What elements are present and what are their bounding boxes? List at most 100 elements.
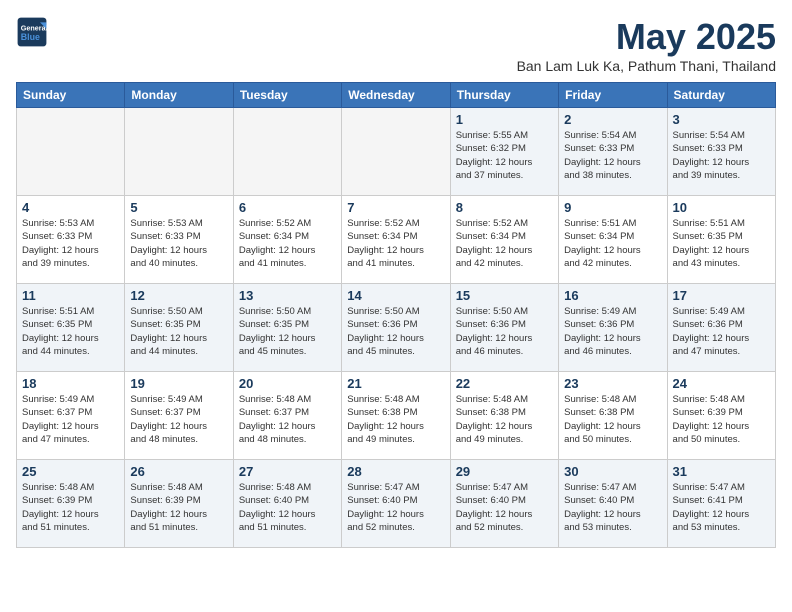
calendar-subtitle: Ban Lam Luk Ka, Pathum Thani, Thailand [517, 58, 776, 74]
day-number: 7 [347, 200, 444, 215]
day-cell: 8 Sunrise: 5:52 AM Sunset: 6:34 PM Daylig… [450, 196, 558, 284]
day-number: 9 [564, 200, 661, 215]
title-block: May 2025 Ban Lam Luk Ka, Pathum Thani, T… [517, 16, 776, 74]
day-cell: 17 Sunrise: 5:49 AM Sunset: 6:36 PM Dayli… [667, 284, 775, 372]
header-sunday: Sunday [17, 83, 125, 108]
day-info: Sunrise: 5:50 AM Sunset: 6:35 PM Dayligh… [130, 305, 227, 358]
page-header: General Blue May 2025 Ban Lam Luk Ka, Pa… [16, 16, 776, 74]
day-cell: 30Sunrise: 5:47 AM Sunset: 6:40 PM Dayli… [559, 460, 667, 548]
day-info: Sunrise: 5:52 AM Sunset: 6:34 PM Dayligh… [456, 217, 553, 270]
day-info: Sunrise: 5:48 AM Sunset: 6:38 PM Dayligh… [347, 393, 444, 446]
day-cell: 15 Sunrise: 5:50 AM Sunset: 6:36 PM Dayli… [450, 284, 558, 372]
day-number: 14 [347, 288, 444, 303]
week-row-2: 4 Sunrise: 5:53 AM Sunset: 6:33 PM Daylig… [17, 196, 776, 284]
day-number: 1 [456, 112, 553, 127]
day-number: 11 [22, 288, 119, 303]
day-number: 27 [239, 464, 336, 479]
day-cell: 31 Sunrise: 5:47 AM Sunset: 6:41 PM Dayli… [667, 460, 775, 548]
day-number: 31 [673, 464, 770, 479]
day-cell: 13Sunrise: 5:50 AM Sunset: 6:35 PM Dayli… [233, 284, 341, 372]
day-info: Sunrise: 5:54 AM Sunset: 6:33 PM Dayligh… [564, 129, 661, 182]
day-number: 10 [673, 200, 770, 215]
day-cell: 6 Sunrise: 5:52 AM Sunset: 6:34 PM Daylig… [233, 196, 341, 284]
day-cell: 14 Sunrise: 5:50 AM Sunset: 6:36 PM Dayli… [342, 284, 450, 372]
week-row-3: 11 Sunrise: 5:51 AM Sunset: 6:35 PM Dayli… [17, 284, 776, 372]
week-row-1: 1 Sunrise: 5:55 AM Sunset: 6:32 PM Daylig… [17, 108, 776, 196]
day-info: Sunrise: 5:51 AM Sunset: 6:35 PM Dayligh… [22, 305, 119, 358]
day-number: 16 [564, 288, 661, 303]
day-cell: 20 Sunrise: 5:48 AM Sunset: 6:37 PM Dayli… [233, 372, 341, 460]
day-cell: 21 Sunrise: 5:48 AM Sunset: 6:38 PM Dayli… [342, 372, 450, 460]
calendar-table: SundayMondayTuesdayWednesdayThursdayFrid… [16, 82, 776, 548]
day-cell [125, 108, 233, 196]
day-info: Sunrise: 5:48 AM Sunset: 6:39 PM Dayligh… [22, 481, 119, 534]
day-info: Sunrise: 5:48 AM Sunset: 6:37 PM Dayligh… [239, 393, 336, 446]
week-row-4: 18 Sunrise: 5:49 AM Sunset: 6:37 PM Dayli… [17, 372, 776, 460]
day-info: Sunrise: 5:47 AM Sunset: 6:41 PM Dayligh… [673, 481, 770, 534]
day-number: 17 [673, 288, 770, 303]
header-monday: Monday [125, 83, 233, 108]
day-number: 30 [564, 464, 661, 479]
day-info: Sunrise: 5:54 AM Sunset: 6:33 PM Dayligh… [673, 129, 770, 182]
day-info: Sunrise: 5:48 AM Sunset: 6:38 PM Dayligh… [564, 393, 661, 446]
day-cell: 24Sunrise: 5:48 AM Sunset: 6:39 PM Dayli… [667, 372, 775, 460]
day-cell: 1 Sunrise: 5:55 AM Sunset: 6:32 PM Daylig… [450, 108, 558, 196]
day-number: 28 [347, 464, 444, 479]
day-info: Sunrise: 5:48 AM Sunset: 6:39 PM Dayligh… [673, 393, 770, 446]
day-info: Sunrise: 5:53 AM Sunset: 6:33 PM Dayligh… [22, 217, 119, 270]
week-row-5: 25 Sunrise: 5:48 AM Sunset: 6:39 PM Dayli… [17, 460, 776, 548]
day-info: Sunrise: 5:49 AM Sunset: 6:37 PM Dayligh… [130, 393, 227, 446]
day-number: 3 [673, 112, 770, 127]
day-cell: 18 Sunrise: 5:49 AM Sunset: 6:37 PM Dayli… [17, 372, 125, 460]
day-cell [233, 108, 341, 196]
svg-text:Blue: Blue [21, 32, 40, 42]
day-cell: 22 Sunrise: 5:48 AM Sunset: 6:38 PM Dayli… [450, 372, 558, 460]
day-info: Sunrise: 5:48 AM Sunset: 6:38 PM Dayligh… [456, 393, 553, 446]
day-info: Sunrise: 5:53 AM Sunset: 6:33 PM Dayligh… [130, 217, 227, 270]
header-thursday: Thursday [450, 83, 558, 108]
day-number: 25 [22, 464, 119, 479]
day-info: Sunrise: 5:49 AM Sunset: 6:37 PM Dayligh… [22, 393, 119, 446]
day-number: 15 [456, 288, 553, 303]
day-cell: 10Sunrise: 5:51 AM Sunset: 6:35 PM Dayli… [667, 196, 775, 284]
day-cell: 12Sunrise: 5:50 AM Sunset: 6:35 PM Dayli… [125, 284, 233, 372]
header-row: SundayMondayTuesdayWednesdayThursdayFrid… [17, 83, 776, 108]
day-cell [17, 108, 125, 196]
day-number: 8 [456, 200, 553, 215]
day-info: Sunrise: 5:52 AM Sunset: 6:34 PM Dayligh… [347, 217, 444, 270]
day-cell: 26Sunrise: 5:48 AM Sunset: 6:39 PM Dayli… [125, 460, 233, 548]
header-friday: Friday [559, 83, 667, 108]
day-cell [342, 108, 450, 196]
day-cell: 23 Sunrise: 5:48 AM Sunset: 6:38 PM Dayli… [559, 372, 667, 460]
day-cell: 29Sunrise: 5:47 AM Sunset: 6:40 PM Dayli… [450, 460, 558, 548]
day-info: Sunrise: 5:49 AM Sunset: 6:36 PM Dayligh… [564, 305, 661, 358]
day-cell: 5Sunrise: 5:53 AM Sunset: 6:33 PM Daylig… [125, 196, 233, 284]
day-cell: 11 Sunrise: 5:51 AM Sunset: 6:35 PM Dayli… [17, 284, 125, 372]
day-number: 21 [347, 376, 444, 391]
day-number: 19 [130, 376, 227, 391]
day-cell: 16 Sunrise: 5:49 AM Sunset: 6:36 PM Dayli… [559, 284, 667, 372]
header-saturday: Saturday [667, 83, 775, 108]
day-info: Sunrise: 5:55 AM Sunset: 6:32 PM Dayligh… [456, 129, 553, 182]
day-info: Sunrise: 5:50 AM Sunset: 6:36 PM Dayligh… [347, 305, 444, 358]
day-cell: 4 Sunrise: 5:53 AM Sunset: 6:33 PM Daylig… [17, 196, 125, 284]
logo: General Blue [16, 16, 48, 48]
day-info: Sunrise: 5:50 AM Sunset: 6:36 PM Dayligh… [456, 305, 553, 358]
day-number: 4 [22, 200, 119, 215]
day-number: 20 [239, 376, 336, 391]
day-cell: 2 Sunrise: 5:54 AM Sunset: 6:33 PM Daylig… [559, 108, 667, 196]
day-number: 18 [22, 376, 119, 391]
day-number: 2 [564, 112, 661, 127]
day-info: Sunrise: 5:48 AM Sunset: 6:40 PM Dayligh… [239, 481, 336, 534]
day-info: Sunrise: 5:49 AM Sunset: 6:36 PM Dayligh… [673, 305, 770, 358]
day-number: 23 [564, 376, 661, 391]
day-info: Sunrise: 5:50 AM Sunset: 6:35 PM Dayligh… [239, 305, 336, 358]
calendar-title: May 2025 [517, 16, 776, 58]
day-cell: 19 Sunrise: 5:49 AM Sunset: 6:37 PM Dayli… [125, 372, 233, 460]
day-info: Sunrise: 5:47 AM Sunset: 6:40 PM Dayligh… [347, 481, 444, 534]
day-number: 22 [456, 376, 553, 391]
day-cell: 9Sunrise: 5:51 AM Sunset: 6:34 PM Daylig… [559, 196, 667, 284]
day-info: Sunrise: 5:52 AM Sunset: 6:34 PM Dayligh… [239, 217, 336, 270]
day-number: 6 [239, 200, 336, 215]
day-cell: 28 Sunrise: 5:47 AM Sunset: 6:40 PM Dayli… [342, 460, 450, 548]
